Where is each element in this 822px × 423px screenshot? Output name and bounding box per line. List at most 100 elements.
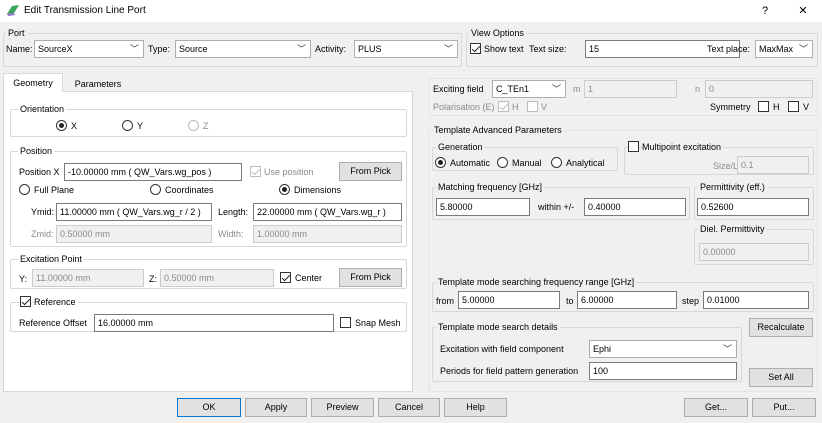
- permittivity-input[interactable]: 0.52600: [697, 198, 809, 216]
- reference-offset-label: Reference Offset: [19, 318, 87, 328]
- exciting-field-label: Exciting field: [433, 84, 484, 94]
- reference-label: Reference: [34, 297, 78, 308]
- type-value: Source: [179, 44, 208, 54]
- ymid-label: Ymid:: [31, 207, 55, 217]
- within-input[interactable]: 0.40000: [584, 198, 686, 216]
- length-label: Length:: [218, 207, 249, 217]
- polarisation-v-label: V: [541, 102, 548, 112]
- use-position-checkbox[interactable]: [250, 166, 261, 177]
- excitation-z-label: Z:: [149, 274, 157, 284]
- analytical-radio[interactable]: [551, 157, 562, 168]
- reference-checkbox[interactable]: [20, 296, 31, 307]
- orientation-z-radio[interactable]: [188, 120, 199, 131]
- dimensions-label: Dimensions: [294, 185, 342, 195]
- cancel-button[interactable]: Cancel: [378, 398, 440, 417]
- full-plane-radio[interactable]: [19, 184, 30, 195]
- activity-dropdown[interactable]: PLUS ﹀: [354, 40, 458, 58]
- orientation-y-radio[interactable]: [122, 120, 133, 131]
- polarisation-v-checkbox[interactable]: [527, 101, 538, 112]
- type-dropdown[interactable]: Source ﹀: [175, 40, 311, 58]
- excitation-y-input[interactable]: 11.00000 mm: [32, 269, 144, 287]
- polarisation-h-label: H: [512, 102, 519, 112]
- exciting-field-dropdown[interactable]: C_TEn1 ﹀: [492, 80, 566, 98]
- automatic-radio[interactable]: [435, 157, 446, 168]
- chevron-down-icon: ﹀: [798, 44, 808, 54]
- excitation-point-label: Excitation Point: [18, 254, 85, 264]
- excitation-component-dropdown[interactable]: Ephi ﹀: [589, 340, 737, 358]
- recalculate-button[interactable]: Recalculate: [749, 318, 813, 337]
- get-button[interactable]: Get...: [684, 398, 748, 417]
- coordinates-radio[interactable]: [150, 184, 161, 195]
- exciting-field-value: C_TEn1: [496, 84, 530, 94]
- m-input[interactable]: 1: [584, 80, 677, 98]
- multipoint-label: Multipoint excitation: [642, 142, 724, 153]
- port-group-label: Port: [6, 28, 27, 38]
- manual-radio[interactable]: [497, 157, 508, 168]
- center-label: Center: [295, 273, 323, 283]
- put-button[interactable]: Put...: [752, 398, 816, 417]
- manual-label: Manual: [512, 158, 542, 168]
- orientation-label: Orientation: [18, 104, 67, 114]
- full-plane-label: Full Plane: [34, 185, 75, 195]
- name-dropdown[interactable]: SourceX ﹀: [34, 40, 144, 58]
- close-icon[interactable]: ✕: [792, 2, 814, 20]
- symmetry-h-label: H: [773, 102, 780, 112]
- tab-geometry[interactable]: Geometry: [3, 73, 63, 92]
- width-input[interactable]: 1.00000 mm: [253, 225, 402, 243]
- excitation-component-label: Excitation with field component: [440, 344, 564, 354]
- periods-label: Periods for field pattern generation: [440, 366, 579, 376]
- search-range-label: Template mode searching frequency range …: [436, 277, 637, 287]
- multipoint-checkbox[interactable]: [628, 141, 639, 152]
- m-label: m: [573, 84, 581, 94]
- name-label: Name:: [6, 44, 33, 54]
- position-label: Position: [18, 146, 55, 156]
- matching-frequency-input[interactable]: 5.80000: [436, 198, 530, 216]
- step-label: step: [682, 296, 700, 306]
- show-text-checkbox[interactable]: [470, 43, 481, 54]
- symmetry-v-label: V: [803, 102, 810, 112]
- set-all-button[interactable]: Set All: [749, 368, 813, 387]
- apply-button[interactable]: Apply: [245, 398, 307, 417]
- length-input[interactable]: 22.00000 mm ( QW_Vars.wg_r ): [253, 203, 402, 221]
- position-x-label: Position X: [19, 167, 60, 177]
- preview-button[interactable]: Preview: [311, 398, 374, 417]
- reference-offset-input[interactable]: 16.00000 mm: [94, 314, 334, 332]
- orientation-x-radio[interactable]: [56, 120, 67, 131]
- position-x-input[interactable]: -10.00000 mm ( QW_Vars.wg_pos ): [64, 163, 242, 181]
- snap-mesh-checkbox[interactable]: [340, 317, 351, 328]
- polarisation-h-checkbox[interactable]: [498, 101, 509, 112]
- position-from-pick-button[interactable]: From Pick: [339, 162, 402, 181]
- n-input[interactable]: 0: [705, 80, 813, 98]
- type-label: Type:: [148, 44, 171, 54]
- diel-permittivity-input[interactable]: 0.00000: [699, 243, 809, 261]
- ymid-input[interactable]: 11.00000 mm ( QW_Vars.wg_r / 2 ): [56, 203, 212, 221]
- size-input[interactable]: 0.1: [737, 156, 809, 174]
- coordinates-label: Coordinates: [165, 185, 214, 195]
- from-input[interactable]: 5.00000: [458, 291, 560, 309]
- search-details-label: Template mode search details: [436, 322, 560, 332]
- n-label: n: [695, 84, 701, 94]
- center-checkbox[interactable]: [280, 272, 291, 283]
- step-input[interactable]: 0.01000: [703, 291, 809, 309]
- excitation-z-input[interactable]: 0.50000 mm: [160, 269, 274, 287]
- diel-permittivity-label: Diel. Permittivity: [698, 224, 767, 234]
- dimensions-radio[interactable]: [279, 184, 290, 195]
- title-bar: Edit Transmission Line Port ? ✕: [0, 0, 822, 22]
- to-input[interactable]: 6.00000: [577, 291, 677, 309]
- text-size-label: Text size:: [529, 44, 567, 54]
- periods-input[interactable]: 100: [589, 362, 737, 380]
- text-place-dropdown[interactable]: MaxMax ﹀: [755, 40, 813, 58]
- symmetry-h-checkbox[interactable]: [758, 101, 769, 112]
- excitation-from-pick-button[interactable]: From Pick: [339, 268, 402, 287]
- help-title-button[interactable]: ?: [754, 2, 776, 20]
- symmetry-v-checkbox[interactable]: [788, 101, 799, 112]
- help-button[interactable]: Help: [444, 398, 507, 417]
- permittivity-label: Permittivity (eff.): [698, 182, 767, 192]
- tab-parameters[interactable]: Parameters: [65, 75, 131, 95]
- excitation-y-label: Y:: [19, 274, 28, 284]
- zmid-input[interactable]: 0.50000 mm: [56, 225, 212, 243]
- ok-button[interactable]: OK: [177, 398, 241, 417]
- zmid-label: Zmid:: [31, 229, 54, 239]
- chevron-down-icon: ﹀: [443, 44, 453, 54]
- activity-label: Activity:: [315, 44, 347, 54]
